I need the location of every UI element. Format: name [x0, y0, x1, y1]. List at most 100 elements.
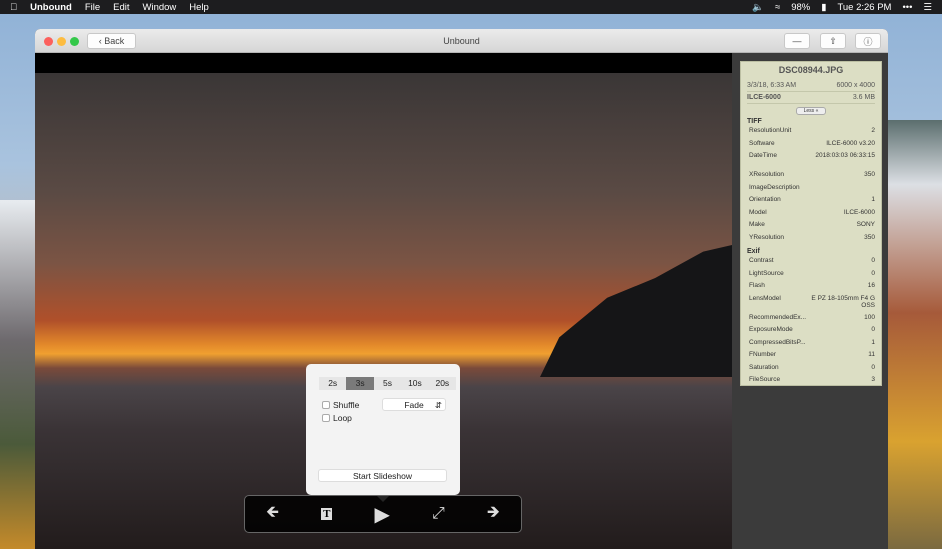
metadata-row: Flash 16 — [747, 282, 875, 295]
metadata-key: YResolution — [749, 233, 785, 241]
metadata-row: Orientation 1 — [747, 196, 875, 209]
metadata-row: DateTime 2018:03:03 06:33:15 — [747, 152, 875, 171]
share-icon: ⇧ — [829, 35, 837, 46]
metadata-key: Make — [749, 221, 765, 228]
metadata-row: LensModel E PZ 18-105mm F4 G OSS — [747, 295, 875, 314]
metadata-row: Model ILCE-6000 — [747, 209, 875, 222]
text-icon[interactable]: T — [321, 508, 333, 520]
interval-3s[interactable]: 3s — [346, 377, 374, 390]
metadata-value: ILCE-6000 v3.20 — [826, 139, 875, 147]
metadata-row: LightSource 0 — [747, 270, 875, 283]
metadata-value: 11 — [868, 351, 875, 358]
metadata-row: FNumber 11 — [747, 351, 875, 364]
wifi-icon[interactable]: ≈ — [775, 2, 780, 13]
metadata-value: 16 — [867, 282, 875, 289]
transition-value: Fade — [404, 400, 424, 410]
metadata-value: 1 — [871, 196, 875, 203]
metadata-row: ResolutionUnit 2 — [747, 127, 875, 140]
metadata-key: Saturation — [749, 363, 779, 371]
metadata-key: Software — [749, 139, 775, 147]
interval-10s[interactable]: 10s — [401, 377, 428, 390]
notification-center-icon[interactable]: ☰ — [923, 2, 932, 13]
info-icon: ⓘ — [863, 36, 873, 47]
battery-percent[interactable]: 98% — [791, 2, 810, 13]
battery-icon[interactable]: ▮ — [821, 2, 826, 13]
clock[interactable]: Tue 2:26 PM — [837, 2, 891, 13]
metadata-row: FileSource 3 — [747, 376, 875, 389]
transition-select[interactable]: Fade ⇵ — [382, 398, 446, 411]
metadata-key: XResolution — [749, 171, 785, 178]
loop-label: Loop — [333, 413, 352, 423]
menu-app[interactable]: Unbound — [30, 2, 72, 13]
arrow-left-icon[interactable]: 🡸 — [266, 501, 279, 528]
metadata-key: Flash — [749, 282, 765, 289]
shuffle-label: Shuffle — [333, 400, 360, 410]
metadata-row: Software ILCE-6000 v3.20 — [747, 140, 875, 153]
metadata-key: CompressedBitsP... — [749, 338, 806, 346]
metadata-key: FileSource — [749, 376, 781, 383]
date: 3/3/18, 6:33 AM — [747, 82, 797, 89]
dimensions: 6000 x 4000 — [836, 82, 875, 89]
metadata-value: 0 — [871, 257, 875, 264]
metadata-key: FNumber — [749, 351, 777, 358]
info-button[interactable]: ⓘ — [855, 33, 881, 49]
interval-20s[interactable]: 20s — [429, 377, 456, 390]
metadata-value: 3 — [871, 376, 875, 383]
interval-2s[interactable]: 2s — [319, 377, 346, 390]
metadata-key: ExposureMode — [749, 326, 793, 333]
slideshow-popover: 2s 3s 5s 10s 20s Shuffle Loop Fade ⇵ Start Sl… — [306, 364, 460, 502]
arrow-right-icon[interactable]: 🡺 — [487, 501, 500, 528]
camera: ILCE-6000 — [747, 94, 781, 101]
playback-controls: 🡸 T ▶ ⤢ 🡺 — [244, 495, 522, 533]
loop-checkbox[interactable]: Loop — [322, 413, 352, 423]
checkbox-box[interactable] — [322, 414, 330, 422]
more-icon[interactable]: ••• — [902, 2, 912, 13]
metadata-value: 350 — [864, 171, 875, 178]
menu-file[interactable]: File — [85, 2, 100, 13]
section-title: Exif — [747, 248, 760, 255]
metadata-panel: DSC08944.JPG 3/3/18, 6:33 AM 6000 x 4000 … — [740, 61, 882, 386]
metadata-row: RecommendedEx... 100 — [747, 314, 875, 327]
metadata-value: 1 — [871, 338, 875, 346]
metadata-value: 2018:03:03 06:33:15 — [815, 152, 875, 159]
metadata-key: RecommendedEx... — [749, 313, 807, 321]
hill-silhouette — [540, 245, 732, 377]
metadata-row: XResolution 350 — [747, 171, 875, 184]
metadata-value: ILCE-6000 — [843, 208, 875, 216]
desktop-wallpaper-left — [0, 200, 40, 549]
apple-icon[interactable]:  — [10, 2, 17, 13]
less-button[interactable]: Less « — [796, 107, 826, 115]
metadata-value: 0 — [871, 326, 875, 333]
metadata-key: Model — [749, 208, 767, 216]
metadata-value: 0 — [871, 363, 875, 371]
volume-icon[interactable]: 🔈 — [752, 2, 764, 13]
fullscreen-icon[interactable]: ⤢ — [432, 505, 445, 523]
metadata-value: SONY — [856, 221, 875, 228]
window-title: Unbound — [443, 36, 480, 46]
section-title: TIFF — [747, 118, 762, 125]
menu-edit[interactable]: Edit — [113, 2, 129, 13]
metadata-row: CompressedBitsP... 1 — [747, 339, 875, 352]
shuffle-checkbox[interactable]: Shuffle — [322, 400, 359, 410]
metadata-key: Orientation — [749, 196, 781, 203]
checkbox-box[interactable] — [322, 401, 330, 409]
start-slideshow-button[interactable]: Start Slideshow — [318, 469, 447, 482]
menu-help[interactable]: Help — [189, 2, 209, 13]
title-bar: ‹ Back Unbound — ⇧ ⓘ — [35, 29, 888, 53]
metadata-value: 0 — [871, 269, 875, 277]
interval-5s[interactable]: 5s — [374, 377, 401, 390]
share-button[interactable]: ⇧ — [820, 33, 846, 49]
file-size: 3.6 MB — [852, 94, 875, 101]
metadata-key: LightSource — [749, 269, 784, 277]
metadata-value: E PZ 18-105mm F4 G OSS — [811, 294, 875, 309]
metadata-key: Contrast — [749, 257, 774, 264]
metadata-key: DateTime — [749, 152, 777, 159]
metadata-value: 2 — [871, 127, 875, 134]
metadata-key: ImageDescription — [749, 183, 800, 191]
metadata-key: ResolutionUnit — [749, 127, 792, 134]
metadata-row: Make SONY — [747, 221, 875, 234]
minus-button[interactable]: — — [784, 33, 810, 49]
menu-bar:  Unbound File Edit Window Help 🔈 ≈ 98% … — [0, 0, 942, 14]
play-icon[interactable]: ▶ — [375, 502, 390, 527]
menu-window[interactable]: Window — [143, 2, 177, 13]
